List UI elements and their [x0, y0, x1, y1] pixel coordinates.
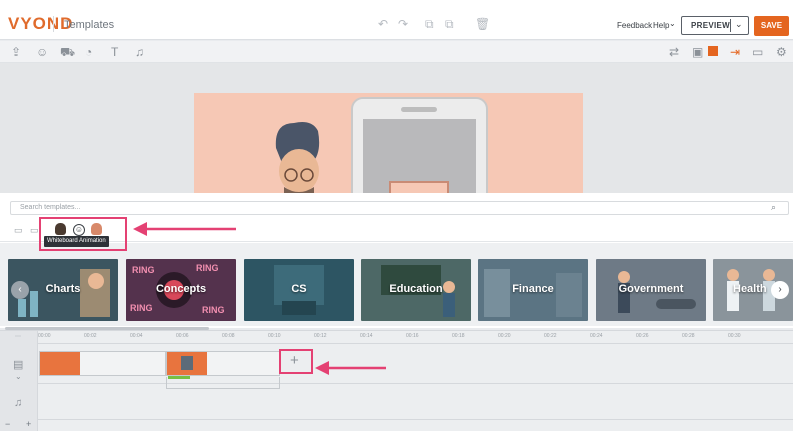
music-icon[interactable]: ♫: [135, 45, 144, 59]
asset-toolbar: ⇪ ☺ ⛟ ◔ T ♫ ⇄ ▣ ⇥ ▭ ⚙: [0, 41, 793, 63]
search-placeholder: Search templates...: [20, 204, 81, 211]
camera-icon[interactable]: ▭: [752, 45, 763, 59]
vyond-studio-window: VYOND Templates ↶ ↷ ⧉ ⧉ 🗑︎ Feedback Help…: [0, 0, 793, 431]
ruler-tick-label: 00:06: [176, 333, 189, 339]
chevron-down-icon[interactable]: ⌄: [735, 19, 743, 30]
tablet-camera: [401, 107, 437, 112]
scene-canvas[interactable]: [194, 93, 583, 193]
ruler-tick-label: 00:22: [544, 333, 557, 339]
chart-icon[interactable]: ◔: [85, 45, 92, 59]
top-bar: VYOND Templates ↶ ↷ ⧉ ⧉ 🗑︎ Feedback Help…: [0, 0, 793, 40]
chevron-down-icon[interactable]: ⌄: [669, 19, 676, 28]
folder-icon[interactable]: ▭: [30, 225, 39, 236]
audio-track-icon[interactable]: ♫: [14, 397, 22, 409]
scene-thumbnail-figure: [181, 356, 193, 370]
timeline-track-headers: ⋯ ▤ ⌄ ♫ − +: [0, 331, 38, 431]
preview-button[interactable]: PREVIEW ⌄: [681, 16, 749, 35]
tablet-prop[interactable]: [351, 97, 488, 193]
ruler-tick-label: 00:12: [314, 333, 327, 339]
ruler-tick-label: 00:26: [636, 333, 649, 339]
scene-progress-bar: [168, 376, 190, 379]
color-swatch[interactable]: [708, 46, 718, 56]
category-label: Finance: [512, 283, 554, 295]
scene-clip[interactable]: [39, 351, 166, 376]
template-search-input[interactable]: Search templates... ⌕: [10, 201, 789, 215]
preview-divider: [730, 19, 731, 32]
folder-icon[interactable]: ▭: [14, 225, 23, 236]
zoom-out-icon[interactable]: −: [5, 419, 10, 429]
add-scene-plus: +: [290, 352, 299, 369]
header-divider: [53, 16, 54, 32]
zoom-in-icon[interactable]: +: [26, 419, 31, 429]
ruler-tick-label: 00:04: [130, 333, 143, 339]
help-menu[interactable]: Help: [653, 21, 669, 30]
ruler-tick-label: 00:18: [452, 333, 465, 339]
carousel-next-button[interactable]: ›: [771, 281, 789, 299]
search-icon[interactable]: ⌕: [771, 202, 776, 213]
category-tile-government[interactable]: Government: [596, 259, 706, 321]
gear-icon[interactable]: ⚙: [776, 45, 787, 59]
category-tile-concepts[interactable]: RING RING RING RING Concepts: [126, 259, 236, 321]
upload-icon[interactable]: ⇪: [11, 45, 21, 59]
text-icon[interactable]: T: [111, 45, 118, 59]
style-highlight-box: [39, 217, 127, 251]
template-panel: Search templates... ⌕ ▭ ▭ Charts RING RI…: [0, 193, 793, 330]
ruler-divider: [38, 343, 793, 344]
add-scene-button[interactable]: +: [279, 349, 313, 374]
timeline-panel: ⋯ ▤ ⌄ ♫ − + 00:00 00:02 00:04 00:06 00:08 00:…: [0, 330, 793, 431]
copy-icon[interactable]: ⧉: [425, 17, 434, 31]
undo-icon[interactable]: ↶: [378, 17, 388, 31]
video-track-icon[interactable]: ▤: [13, 358, 23, 371]
track-divider: [38, 419, 793, 420]
category-tile-cs[interactable]: CS: [244, 259, 354, 321]
preview-label: PREVIEW: [691, 21, 730, 30]
track-divider: [38, 383, 793, 384]
timeline-collapse-icon[interactable]: ⋯: [15, 333, 21, 340]
props-icon[interactable]: ⛟: [60, 45, 75, 59]
category-tile-finance[interactable]: Finance: [478, 259, 588, 321]
paste-icon[interactable]: ⧉: [445, 17, 454, 31]
timeline-ruler[interactable]: 00:00 00:02 00:04 00:06 00:08 00:10 00:12 00:14…: [38, 331, 793, 343]
ruler-tick-label: 00:24: [590, 333, 603, 339]
ruler-tick-label: 00:14: [360, 333, 373, 339]
tablet-card: [389, 181, 449, 193]
category-label: CS: [291, 283, 307, 295]
feedback-link[interactable]: Feedback: [617, 21, 652, 30]
ruler-tick-label: 00:20: [498, 333, 511, 339]
scene-clip[interactable]: [166, 351, 280, 376]
ruler-tick-label: 00:08: [222, 333, 235, 339]
delete-icon[interactable]: 🗑︎: [475, 17, 490, 31]
swap-icon[interactable]: ⇄: [669, 45, 679, 59]
save-button[interactable]: SAVE: [754, 16, 789, 36]
category-tile-education[interactable]: Education: [361, 259, 471, 321]
project-title[interactable]: Templates: [64, 19, 114, 31]
ruler-tick-label: 00:28: [682, 333, 695, 339]
template-carousel: Charts RING RING RING RING Concepts CS E…: [0, 243, 793, 326]
enter-effect-icon[interactable]: ⇥: [730, 45, 740, 59]
ruler-tick-label: 00:00: [38, 333, 51, 339]
scene-thumbnail: [40, 352, 80, 375]
carousel-prev-button[interactable]: ‹: [11, 281, 29, 299]
background-icon[interactable]: ▣: [692, 45, 703, 59]
ruler-tick-label: 00:16: [406, 333, 419, 339]
category-label: Concepts: [155, 283, 207, 295]
ruler-tick-label: 00:10: [268, 333, 281, 339]
category-label: Education: [389, 283, 443, 295]
ruler-tick-label: 00:02: [84, 333, 97, 339]
character-icon[interactable]: ☺: [36, 45, 48, 59]
chevron-down-icon[interactable]: ⌄: [15, 372, 22, 381]
ruler-tick-label: 00:30: [728, 333, 741, 339]
redo-icon[interactable]: ↷: [398, 17, 408, 31]
scene-thumbnail: [167, 352, 207, 375]
stage-area: [0, 63, 793, 193]
category-label: Government: [618, 283, 684, 295]
